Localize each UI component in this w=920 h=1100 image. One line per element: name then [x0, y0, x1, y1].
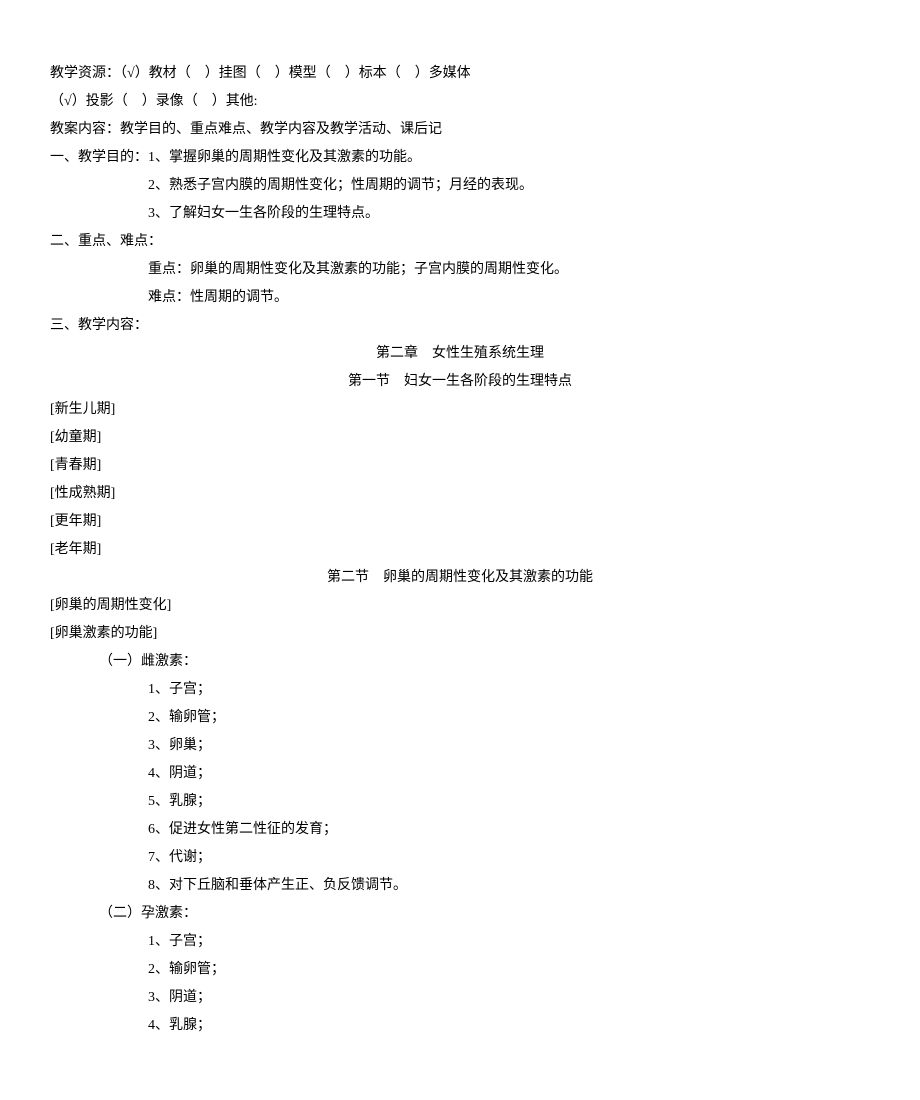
teaching-content-label: 三、教学内容： — [50, 312, 870, 340]
resource2-opt-2: （ ）其他: — [184, 94, 258, 109]
estrogen-item-6: 6、促进女性第二性征的发育； — [50, 816, 870, 844]
resources-line-1: 教学资源：（√）教材（ ）挂图（ ）模型（ ）标本（ ）多媒体 — [50, 60, 870, 88]
plan-content: 教案内容：教学目的、重点难点、教学内容及教学活动、课后记 — [50, 116, 870, 144]
progesterone-label: （二）孕激素： — [50, 900, 870, 928]
objective-3: 3、了解妇女一生各阶段的生理特点。 — [50, 200, 870, 228]
objective-2: 2、熟悉子宫内膜的周期性变化；性周期的调节；月经的表现。 — [50, 172, 870, 200]
section2-title: 第二节 卵巢的周期性变化及其激素的功能 — [50, 564, 870, 592]
resources-label: 教学资源： — [50, 66, 120, 81]
objectives-line-1: 一、教学目的：1、掌握卵巢的周期性变化及其激素的功能。 — [50, 144, 870, 172]
chapter-title: 第二章 女性生殖系统生理 — [50, 340, 870, 368]
period-newborn: [新生儿期] — [50, 396, 870, 424]
resource-opt-3: （ ）标本 — [317, 66, 387, 81]
resource-opt-1: （ ）挂图 — [177, 66, 247, 81]
progesterone-item-1: 1、子宫； — [50, 928, 870, 956]
period-puberty: [青春期] — [50, 452, 870, 480]
objectives-label: 一、教学目的： — [50, 150, 148, 165]
section1-title: 第一节 妇女一生各阶段的生理特点 — [50, 368, 870, 396]
estrogen-label: （一）雌激素： — [50, 648, 870, 676]
estrogen-item-1: 1、子宫； — [50, 676, 870, 704]
estrogen-item-7: 7、代谢； — [50, 844, 870, 872]
resource2-opt-1: （ ）录像 — [114, 94, 184, 109]
resource-opt-4: （ ）多媒体 — [387, 66, 471, 81]
objective-1: 1、掌握卵巢的周期性变化及其激素的功能。 — [148, 150, 421, 165]
period-old-age: [老年期] — [50, 536, 870, 564]
period-menopause: [更年期] — [50, 508, 870, 536]
keypoints-label: 二、重点、难点： — [50, 228, 870, 256]
resources-line-2: （√）投影（ ）录像（ ）其他: — [50, 88, 870, 116]
estrogen-item-5: 5、乳腺； — [50, 788, 870, 816]
keypoints-focus: 重点：卵巢的周期性变化及其激素的功能；子宫内膜的周期性变化。 — [50, 256, 870, 284]
resource-opt-0: （√）教材 — [120, 66, 177, 81]
estrogen-item-4: 4、阴道； — [50, 760, 870, 788]
period-maturity: [性成熟期] — [50, 480, 870, 508]
progesterone-item-2: 2、输卵管； — [50, 956, 870, 984]
period-childhood: [幼童期] — [50, 424, 870, 452]
estrogen-item-2: 2、输卵管； — [50, 704, 870, 732]
resource-opt-2: （ ）模型 — [247, 66, 317, 81]
progesterone-item-4: 4、乳腺； — [50, 1012, 870, 1040]
estrogen-item-8: 8、对下丘脑和垂体产生正、负反馈调节。 — [50, 872, 870, 900]
topic-ovary-cycle: [卵巢的周期性变化] — [50, 592, 870, 620]
resource2-opt-0: （√）投影 — [50, 94, 114, 109]
estrogen-item-3: 3、卵巢； — [50, 732, 870, 760]
progesterone-item-3: 3、阴道； — [50, 984, 870, 1012]
keypoints-difficulty: 难点：性周期的调节。 — [50, 284, 870, 312]
topic-hormone-function: [卵巢激素的功能] — [50, 620, 870, 648]
